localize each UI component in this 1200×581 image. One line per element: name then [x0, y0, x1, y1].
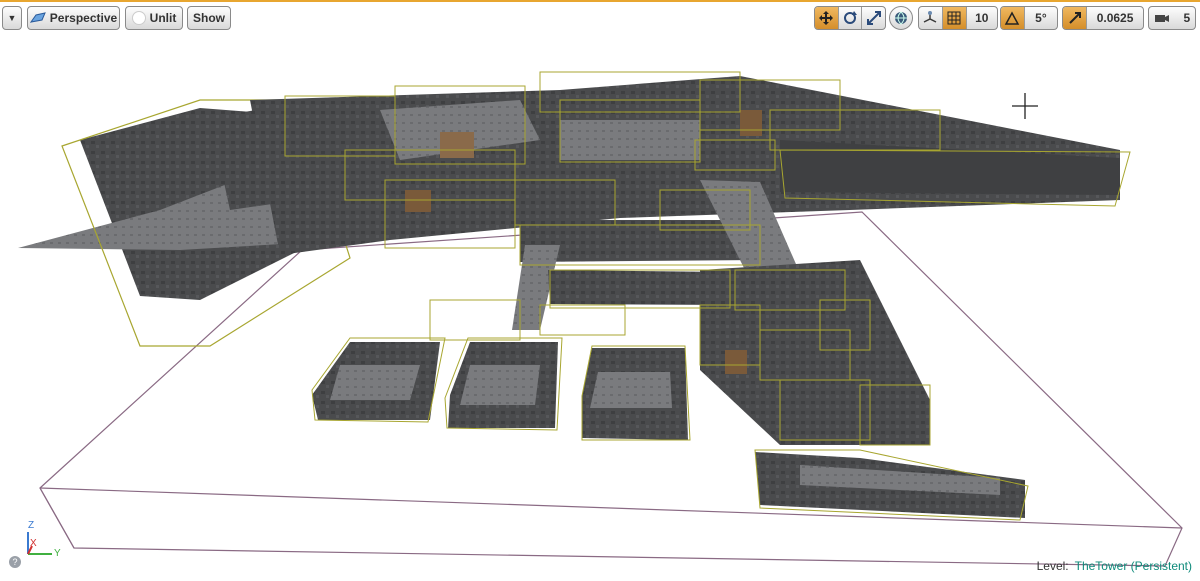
angle-icon — [1005, 11, 1020, 25]
rotation-snap-group: 5° — [1000, 6, 1058, 30]
scale-icon — [866, 11, 881, 25]
grid-snap-value-label: 10 — [975, 11, 989, 25]
surface-snap-icon — [924, 11, 937, 23]
sphere-icon — [131, 11, 146, 25]
grid-icon — [947, 11, 961, 25]
axis-label-z: Z — [28, 520, 35, 531]
show-button[interactable]: Show — [187, 6, 231, 30]
scale-snap-icon — [1068, 12, 1081, 24]
transform-mode-group — [814, 6, 886, 30]
rotation-snap-toggle[interactable] — [1001, 7, 1025, 29]
perspective-label: Perspective — [49, 11, 118, 25]
translate-button[interactable] — [815, 7, 839, 29]
rotate-button[interactable] — [839, 7, 863, 29]
scale-button[interactable] — [862, 7, 885, 29]
help-icon[interactable]: ? — [9, 556, 21, 568]
world-local-button[interactable] — [889, 6, 913, 30]
camera-speed-value: 5 — [1183, 11, 1191, 25]
level-geometry — [18, 71, 1183, 567]
grid-snap-toggle[interactable] — [942, 7, 967, 29]
axis-label-y: Y — [54, 548, 61, 559]
crosshair-icon — [1012, 93, 1038, 119]
surface-snap-button[interactable] — [919, 7, 943, 29]
scale-snap-value-label: 0.0625 — [1096, 11, 1134, 25]
view-mode-button[interactable]: Unlit — [125, 6, 183, 30]
rotation-snap-value-label: 5° — [1035, 11, 1047, 25]
show-label: Show — [193, 11, 225, 25]
rotate-icon — [844, 11, 857, 24]
viewport-toolbar: ▼ Perspective Unlit Show 10 5° 0.0625 5 — [0, 4, 1200, 32]
move-icon — [819, 11, 834, 25]
rotation-snap-value[interactable]: 5° — [1025, 7, 1057, 29]
level-label: Level: — [1036, 559, 1069, 573]
globe-icon — [895, 11, 907, 25]
scale-snap-toggle[interactable] — [1063, 7, 1088, 29]
axis-label-x: X — [30, 538, 37, 549]
camera-speed-button[interactable]: 5 — [1148, 6, 1196, 30]
chevron-down-icon: ▼ — [7, 13, 17, 23]
level-name[interactable]: TheTower (Persistent) — [1075, 559, 1192, 573]
level-status: Level: TheTower (Persistent) — [1037, 559, 1192, 573]
perspective-icon — [29, 12, 46, 23]
level-viewport[interactable]: Z X Y ? Level: TheTower (Persistent) — [0, 34, 1200, 576]
scale-snap-group: 0.0625 — [1062, 6, 1144, 30]
view-mode-label: Unlit — [149, 11, 177, 25]
scale-snap-value[interactable]: 0.0625 — [1087, 7, 1143, 29]
perspective-button[interactable]: Perspective — [27, 6, 120, 30]
viewport-options-button[interactable]: ▼ — [2, 6, 22, 30]
grid-snap-value[interactable]: 10 — [967, 7, 997, 29]
grid-snap-group: 10 — [918, 6, 998, 30]
camera-icon — [1154, 15, 1169, 22]
